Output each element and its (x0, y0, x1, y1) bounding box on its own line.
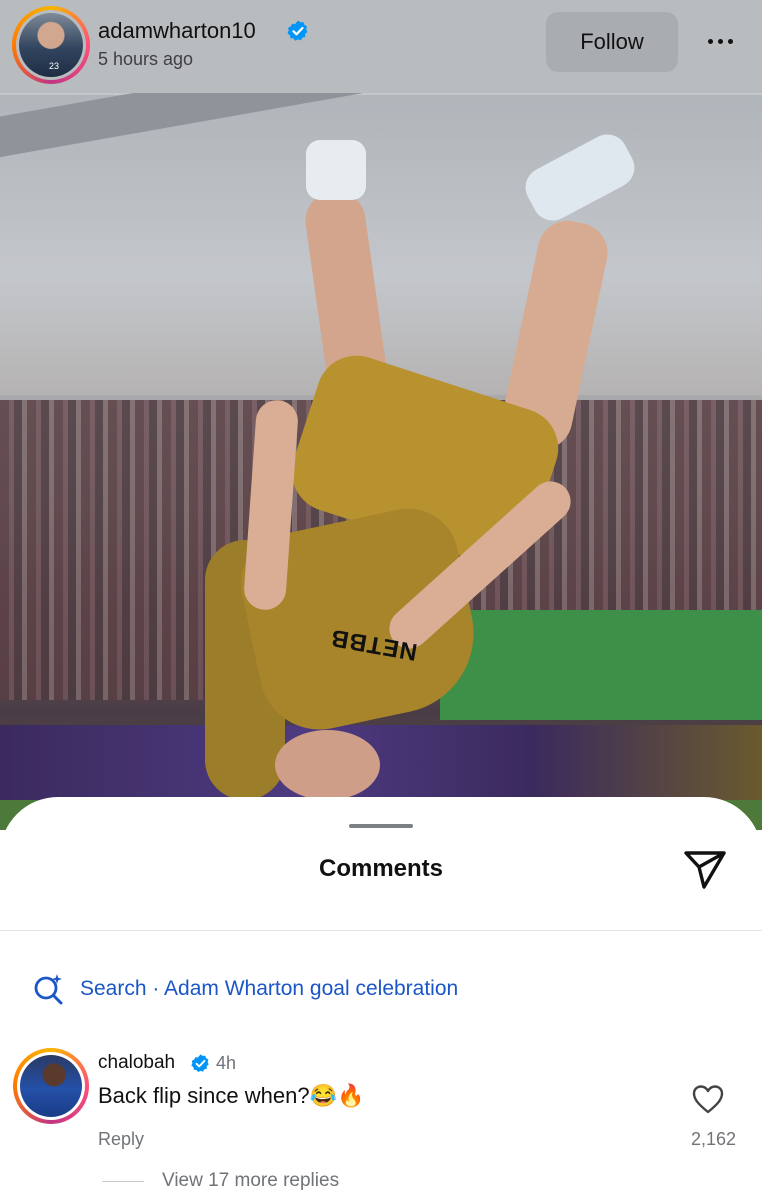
player-boot (306, 140, 366, 200)
follow-button[interactable]: Follow (546, 12, 678, 72)
view-more-replies-button[interactable]: View 17 more replies (162, 1170, 339, 1192)
more-options-icon[interactable] (700, 24, 740, 58)
divider (0, 930, 762, 931)
comment-username[interactable]: chalobah (98, 1052, 175, 1074)
post-photo: NETBB (0, 0, 762, 830)
comment-avatar[interactable] (13, 1048, 89, 1124)
ai-search-icon (34, 974, 63, 1005)
advert-board-purple (0, 725, 762, 800)
avatar-image: 23 (19, 13, 83, 77)
sheet-drag-handle[interactable] (349, 824, 413, 828)
replies-divider (102, 1181, 144, 1182)
advert-board-green (440, 610, 762, 720)
comment-avatar-image (20, 1055, 82, 1117)
heart-icon[interactable] (691, 1083, 725, 1115)
comments-sheet: Comments Search · Adam Wharton goal cele… (0, 797, 762, 1200)
reply-button[interactable]: Reply (98, 1129, 144, 1150)
comment-time: 4h (216, 1053, 237, 1073)
avatar-number: 23 (49, 61, 60, 71)
post-header: 23 adamwharton10 5 hours ago Follow (0, 0, 762, 93)
player-head (275, 730, 380, 800)
verified-badge-icon (191, 1054, 209, 1072)
comment-text: Back flip since when?😂🔥 (98, 1083, 365, 1108)
comments-title: Comments (318, 855, 444, 882)
post-time: 5 hours ago (98, 49, 194, 69)
post-username[interactable]: adamwharton10 (98, 18, 256, 44)
related-search-link[interactable]: Search · Adam Wharton goal celebration (32, 973, 458, 1005)
send-icon[interactable] (682, 849, 728, 891)
verified-badge-icon (287, 20, 308, 41)
related-search-text: Search · Adam Wharton goal celebration (80, 977, 459, 1000)
avatar[interactable]: 23 (12, 6, 90, 84)
like-count: 2,162 (690, 1129, 736, 1149)
